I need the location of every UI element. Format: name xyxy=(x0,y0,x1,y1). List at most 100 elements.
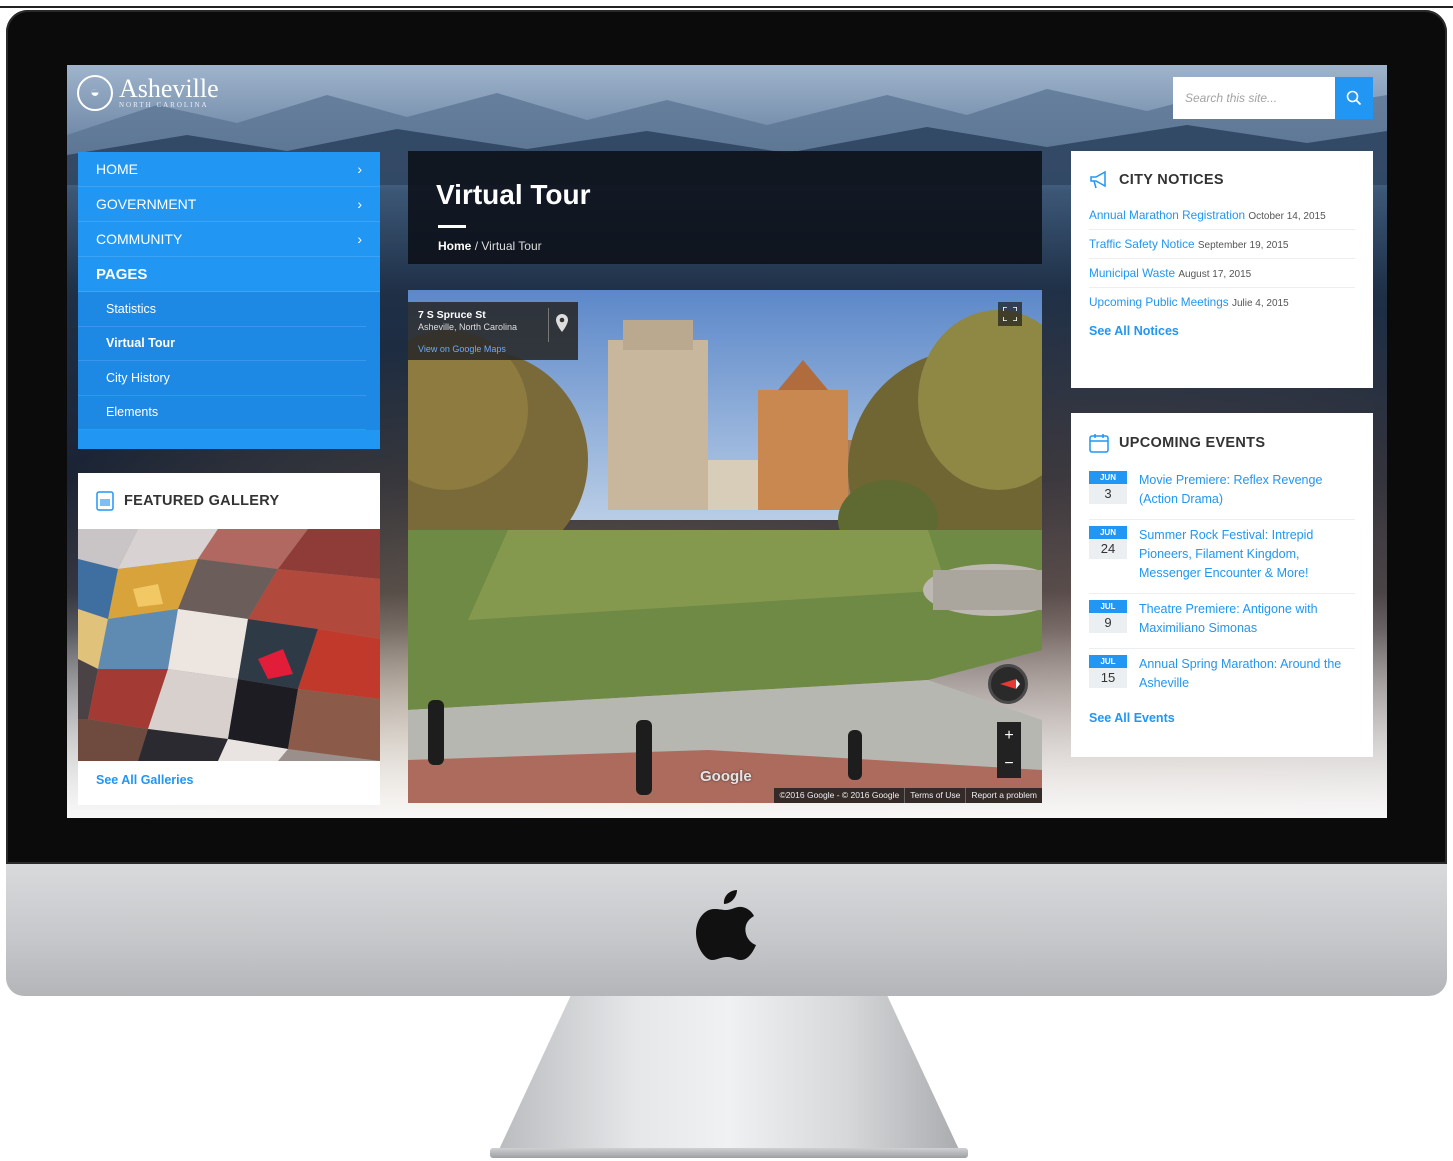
upcoming-events-widget: UPCOMING EVENTS JUN 3 Movie Premiere: Re… xyxy=(1071,413,1373,757)
view-on-google-maps-link[interactable]: View on Google Maps xyxy=(418,344,506,354)
title-underline xyxy=(438,225,466,228)
event-title: Movie Premiere: Reflex Revenge (Action D… xyxy=(1139,473,1323,506)
see-all-galleries-link[interactable]: See All Galleries xyxy=(78,761,380,799)
city-seal-icon: ◒ xyxy=(77,75,113,111)
pages-subnav: Statistics Virtual Tour City History Ele… xyxy=(78,292,380,430)
breadcrumb-home[interactable]: Home xyxy=(438,239,471,253)
logo-subtitle: NORTH CAROLINA xyxy=(119,101,209,109)
copyright-text: ©2016 Google - © 2016 Google xyxy=(779,790,900,800)
search-icon xyxy=(1346,90,1362,106)
website-screen: ◒ Asheville NORTH CAROLINA HOME › GOVERN… xyxy=(67,65,1387,818)
notice-title: Municipal Waste xyxy=(1089,266,1176,280)
notice-title: Annual Marathon Registration xyxy=(1089,208,1246,222)
notice-date: Julie 4, 2015 xyxy=(1231,298,1289,309)
see-all-events-link[interactable]: See All Events xyxy=(1071,703,1373,733)
compass-control[interactable] xyxy=(988,664,1028,704)
subnav-item-elements[interactable]: Elements xyxy=(78,396,366,430)
map-pin-icon[interactable] xyxy=(556,314,568,332)
events-title: UPCOMING EVENTS xyxy=(1119,435,1266,451)
see-all-notices-link[interactable]: See All Notices xyxy=(1071,316,1373,346)
calendar-icon xyxy=(1089,434,1109,453)
monitor-stand xyxy=(496,996,962,1156)
notice-item[interactable]: Upcoming Public Meetings Julie 4, 2015 xyxy=(1089,288,1355,316)
event-item[interactable]: JUN 3 Movie Premiere: Reflex Revenge (Ac… xyxy=(1089,465,1355,520)
nav-item-home[interactable]: HOME › xyxy=(78,152,380,187)
breadcrumb-separator: / xyxy=(474,239,479,253)
subnav-item-statistics[interactable]: Statistics xyxy=(78,292,366,327)
chevron-right-icon: › xyxy=(357,231,362,247)
notice-item[interactable]: Traffic Safety Notice September 19, 2015 xyxy=(1089,230,1355,259)
city-notices-widget: CITY NOTICES Annual Marathon Registratio… xyxy=(1071,151,1373,388)
event-title: Summer Rock Festival: Intrepid Pioneers,… xyxy=(1139,528,1314,580)
notice-date: September 19, 2015 xyxy=(1197,240,1289,251)
search-button[interactable] xyxy=(1335,77,1373,119)
location-address: 7 S Spruce St xyxy=(418,309,486,321)
event-title: Annual Spring Marathon: Around the Ashev… xyxy=(1139,657,1342,690)
nav-item-label: HOME xyxy=(96,161,138,177)
card-divider xyxy=(548,308,549,342)
notices-header: CITY NOTICES xyxy=(1071,151,1373,201)
street-view-scene[interactable] xyxy=(408,290,1042,803)
terms-of-use-link[interactable]: Terms of Use xyxy=(904,788,965,803)
event-month: JUL xyxy=(1089,600,1127,613)
event-date-badge: JUN 3 xyxy=(1089,471,1127,509)
event-date-badge: JUL 15 xyxy=(1089,655,1127,693)
fullscreen-icon xyxy=(1003,307,1017,321)
monitor-stand-base xyxy=(490,1148,968,1158)
site-logo[interactable]: ◒ Asheville NORTH CAROLINA xyxy=(77,75,219,111)
notice-date: October 14, 2015 xyxy=(1248,211,1326,222)
apple-logo-icon xyxy=(696,890,756,960)
notice-title: Upcoming Public Meetings xyxy=(1089,295,1229,309)
subnav-item-virtual-tour[interactable]: Virtual Tour xyxy=(78,327,366,361)
search-input[interactable] xyxy=(1173,77,1335,119)
nav-item-government[interactable]: GOVERNMENT › xyxy=(78,187,380,222)
nav-item-label: GOVERNMENT xyxy=(96,196,197,212)
google-watermark: Google xyxy=(700,768,752,785)
gallery-title: FEATURED GALLERY xyxy=(124,493,280,509)
fullscreen-button[interactable] xyxy=(998,302,1022,326)
zoom-control: + − xyxy=(997,722,1021,778)
report-problem-link[interactable]: Report a problem xyxy=(965,788,1042,803)
top-rule xyxy=(0,6,1453,8)
featured-gallery-widget: FEATURED GALLERY See All Galleries xyxy=(78,473,380,805)
event-month: JUN xyxy=(1089,526,1127,539)
page-title: Virtual Tour xyxy=(436,179,591,210)
notice-title: Traffic Safety Notice xyxy=(1089,237,1195,251)
event-month: JUL xyxy=(1089,655,1127,668)
page-title-panel: Virtual Tour Home / Virtual Tour xyxy=(408,151,1042,264)
breadcrumb-current: Virtual Tour xyxy=(481,239,542,253)
notice-item[interactable]: Municipal Waste August 17, 2015 xyxy=(1089,259,1355,288)
subnav-item-city-history[interactable]: City History xyxy=(78,361,366,396)
gallery-header: FEATURED GALLERY xyxy=(78,473,380,529)
megaphone-icon xyxy=(1090,171,1106,189)
events-header: UPCOMING EVENTS xyxy=(1071,413,1373,465)
event-day: 9 xyxy=(1089,613,1127,633)
notices-title: CITY NOTICES xyxy=(1119,172,1224,188)
event-day: 24 xyxy=(1089,539,1127,559)
street-view-footer: ©2016 Google - © 2016 Google Terms of Us… xyxy=(774,788,1042,803)
breadcrumb: Home / Virtual Tour xyxy=(438,239,542,253)
compass-icon xyxy=(1000,679,1020,689)
location-card: 7 S Spruce St Asheville, North Carolina … xyxy=(408,302,578,360)
logo-name: Asheville xyxy=(119,74,219,103)
sidebar-nav: HOME › GOVERNMENT › COMMUNITY › PAGES St… xyxy=(78,152,380,449)
chevron-right-icon: › xyxy=(357,196,362,212)
notice-date: August 17, 2015 xyxy=(1178,269,1252,280)
nav-item-label: COMMUNITY xyxy=(96,231,183,247)
event-date-badge: JUL 9 xyxy=(1089,600,1127,638)
chevron-right-icon: › xyxy=(357,161,362,177)
gallery-image[interactable] xyxy=(78,529,380,761)
zoom-out-button[interactable]: − xyxy=(997,750,1021,778)
gallery-icon xyxy=(96,491,114,511)
event-item[interactable]: JUL 9 Theatre Premiere: Antigone with Ma… xyxy=(1089,594,1355,649)
nav-item-pages[interactable]: PAGES xyxy=(78,257,380,292)
nav-item-label: PAGES xyxy=(96,265,148,283)
notice-item[interactable]: Annual Marathon Registration October 14,… xyxy=(1089,201,1355,230)
event-item[interactable]: JUL 15 Annual Spring Marathon: Around th… xyxy=(1089,649,1355,703)
zoom-in-button[interactable]: + xyxy=(997,722,1021,750)
event-title: Theatre Premiere: Antigone with Maximili… xyxy=(1139,602,1318,635)
event-day: 15 xyxy=(1089,668,1127,688)
nav-item-community[interactable]: COMMUNITY › xyxy=(78,222,380,257)
street-view-embed[interactable]: 7 S Spruce St Asheville, North Carolina … xyxy=(408,290,1042,803)
event-item[interactable]: JUN 24 Summer Rock Festival: Intrepid Pi… xyxy=(1089,520,1355,594)
